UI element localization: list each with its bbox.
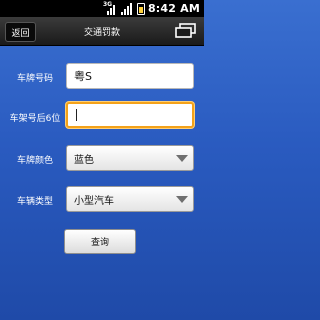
battery-icon xyxy=(136,2,145,15)
text-cursor xyxy=(76,109,77,121)
status-time: 8:42 AM xyxy=(147,2,200,15)
query-button[interactable]: 查询 xyxy=(64,229,136,254)
plate-color-value: 蓝色 xyxy=(74,154,94,166)
windows-icon[interactable] xyxy=(175,23,197,39)
plate-number-value: 粤S xyxy=(74,70,92,83)
status-indicators: 3G 8:42 AM xyxy=(103,1,200,16)
vehicle-type-select[interactable]: 小型汽车 xyxy=(66,186,194,212)
plate-color-select[interactable]: 蓝色 xyxy=(66,145,194,171)
plate-number-label: 车牌号码 xyxy=(16,74,53,84)
plate-number-input[interactable]: 粤S xyxy=(66,63,194,89)
vehicle-type-value: 小型汽车 xyxy=(74,195,114,207)
dropdown-arrow-icon xyxy=(176,196,188,203)
vehicle-type-label: 车辆类型 xyxy=(16,197,53,207)
dropdown-arrow-icon xyxy=(176,155,188,162)
frame-number-input[interactable] xyxy=(66,102,194,128)
plate-color-label: 车牌颜色 xyxy=(16,156,53,166)
signal-strength-icon: 3G xyxy=(103,1,117,15)
title-bar: 交通罚款 返回 xyxy=(0,17,204,46)
cell-signal-icon xyxy=(120,2,134,15)
back-button[interactable]: 返回 xyxy=(5,22,36,42)
frame-number-label: 车架号后6位 xyxy=(9,114,61,124)
status-bar: 3G 8:42 AM xyxy=(0,0,204,17)
